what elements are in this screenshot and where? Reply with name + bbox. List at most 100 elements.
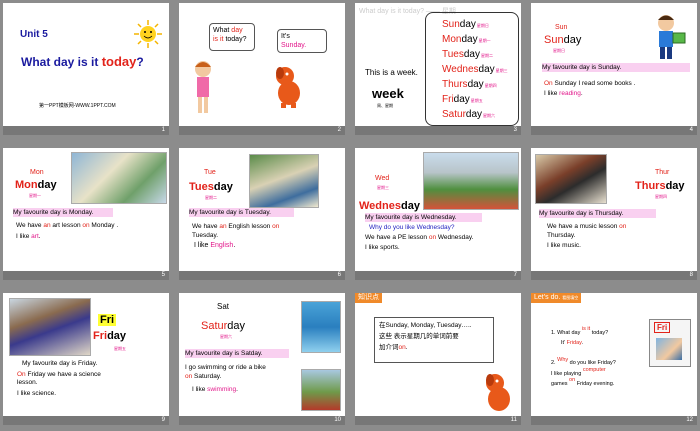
day-title: Saturday — [201, 320, 246, 332]
slide-number: 3 — [513, 127, 517, 133]
day-cn: 星期一 — [29, 193, 41, 198]
day-abbr: Mon — [30, 169, 44, 176]
detail-line-1: On Sunday I read some books . — [544, 80, 636, 87]
slide-band: 2 — [179, 126, 345, 135]
slide-10[interactable]: Sat Saturday 星期六 My favourite day is Sat… — [179, 293, 345, 425]
title: What day is it today? — [21, 54, 144, 69]
day-list-item: Tuesday星期二 — [442, 49, 493, 60]
english-class-photo — [249, 154, 319, 208]
slide-number: 12 — [686, 417, 693, 423]
slide-5[interactable]: Mon Monday 星期一 My favourite day is Monda… — [3, 148, 169, 280]
knowledge-label: 知识点 — [355, 293, 382, 303]
detail-line-1: I go swimming or ride a bike — [185, 364, 266, 371]
unit-label: Unit 5 — [20, 29, 48, 40]
slide-number: 9 — [161, 417, 165, 423]
favourite-line: My favourite day is Wednesday. — [365, 213, 482, 223]
slide-3[interactable]: What day is it today? —— 星期 This is a we… — [355, 3, 521, 135]
slide-band: 12 — [531, 416, 697, 425]
detail-line-1b: on Saturday. — [185, 373, 222, 380]
slide-number: 5 — [161, 272, 165, 278]
slide-7[interactable]: Wed 星期三 Wednesday My favourite day is We… — [355, 148, 521, 280]
slide-number: 6 — [337, 272, 341, 278]
dog-illustration — [276, 67, 300, 108]
slide-number: 4 — [689, 127, 693, 133]
day-list-item: Friday星期五 — [442, 94, 483, 105]
slide-6[interactable]: Tue Tuesday 星期二 My favourite day is Tues… — [179, 148, 345, 280]
answer-2b: games on Friday evening. — [551, 377, 615, 387]
detail-line-1b: Thursday. — [547, 232, 576, 239]
title-suffix: ? — [136, 55, 144, 69]
slide-12[interactable]: Let’s do. 看图填空 1. What day is it today? … — [531, 293, 697, 425]
bike-photo — [301, 369, 341, 411]
slide-number: 1 — [161, 127, 165, 133]
question-line: Why do you like Wednesday? — [369, 224, 455, 231]
favourite-line: My favourite day is Tuesday. — [189, 208, 294, 218]
lets-do-label: Let’s do. 看图填空 — [531, 293, 582, 303]
day-cn: 星期六 — [220, 334, 232, 339]
slide-band: 7 — [355, 271, 521, 280]
detail-line-2: I like reading. — [544, 90, 583, 97]
footer-text: 第一PPT模板网-WWW.1PPT.COM — [39, 103, 116, 109]
day-list-item: Wednesday星期三 — [442, 64, 508, 75]
favourite-line: My favourite day is Satday. — [185, 349, 289, 359]
pe-lesson-photo — [423, 152, 519, 210]
slide-4[interactable]: Sun Sunday 星期日 My favourite day is Sunda… — [531, 3, 697, 135]
calendar-picture: Fri — [649, 319, 691, 367]
slide-1[interactable]: Unit 5 What day is it today? 第一PPT模板网-WW… — [3, 3, 169, 135]
day-list-item: Saturday星期六 — [442, 109, 496, 120]
answer-1: It’ Friday. — [561, 340, 584, 346]
slide-8[interactable]: Thur Thursday 星期四 My favourite day is Th… — [531, 148, 697, 280]
day-list-item: Monday星期一 — [442, 34, 491, 45]
day-cn: 星期四 — [655, 194, 667, 199]
slide-band: 8 — [531, 271, 697, 280]
question-2: 2. Why do you like Friday? — [551, 357, 616, 366]
slide-number: 8 — [689, 272, 693, 278]
slide-band: 6 — [179, 271, 345, 280]
detail-line-2: I like science. — [17, 390, 57, 397]
title-prefix: What day is it — [21, 55, 102, 69]
day-title: Monday — [15, 179, 57, 191]
slide-number: 10 — [334, 417, 341, 423]
day-title: Wednesday — [359, 200, 420, 212]
slide-9[interactable]: Fri Friday 星期五 My favourite day is Frida… — [3, 293, 169, 425]
week-word: week — [372, 86, 404, 101]
week-cn: 周、星期 — [377, 103, 393, 108]
slide-2[interactable]: What day is it today? It’s Sunday. 2 — [179, 3, 345, 135]
slide-band: 5 — [3, 271, 169, 280]
detail-line-1b: Tuesday. — [192, 232, 219, 239]
detail-line-1: We have a music lesson on — [547, 223, 627, 230]
day-cn: 星期五 — [114, 346, 126, 351]
sun-icon — [134, 20, 162, 48]
question-1: 1. What day is it today? — [551, 326, 609, 336]
detail-line-2: I like music. — [547, 242, 581, 249]
day-abbr: Sat — [217, 302, 230, 311]
slide-band: 11 — [355, 416, 521, 425]
day-abbr: Thur — [655, 169, 670, 176]
days-list-box: Sunday星期日 Monday星期一 Tuesday星期二 Wednesday星期三… — [425, 12, 519, 126]
day-list-item: Thursday星期四 — [442, 79, 497, 90]
detail-line-1: We have a PE lesson on Wednesday. — [365, 234, 474, 241]
slide-band: 3 — [355, 126, 521, 135]
day-cn: 星期日 — [553, 48, 565, 53]
music-lesson-photo — [535, 154, 607, 204]
slide-11[interactable]: 知识点 在Sunday, Monday, Tuesday….. 这些 表示星期几… — [355, 293, 521, 425]
favourite-line: My favourite day is Sunday. — [542, 63, 690, 73]
fri-badge: Fri — [654, 322, 671, 333]
science-class-photo — [9, 298, 91, 356]
slide-band: 1 — [3, 126, 169, 135]
dog-illustration — [486, 374, 510, 411]
classroom-art-photo — [71, 152, 167, 204]
day-abbr: Tue — [204, 169, 216, 176]
week-intro: This is a week. — [365, 68, 418, 77]
detail-line-2: I like sports. — [365, 244, 400, 251]
detail-line-1: We have an English lesson on — [192, 223, 280, 230]
day-title: Friday — [93, 330, 127, 342]
day-cn: 星期三 — [377, 185, 389, 190]
slide-number: 2 — [337, 127, 341, 133]
boy-at-computer-icon — [656, 338, 682, 360]
slide-band: 9 — [3, 416, 169, 425]
day-title: Tuesday — [189, 181, 233, 193]
slide-band: 10 — [179, 416, 345, 425]
speech-bubble-left: What day is it today? — [209, 23, 255, 51]
favourite-line: My favourite day is Monday. — [13, 208, 113, 218]
